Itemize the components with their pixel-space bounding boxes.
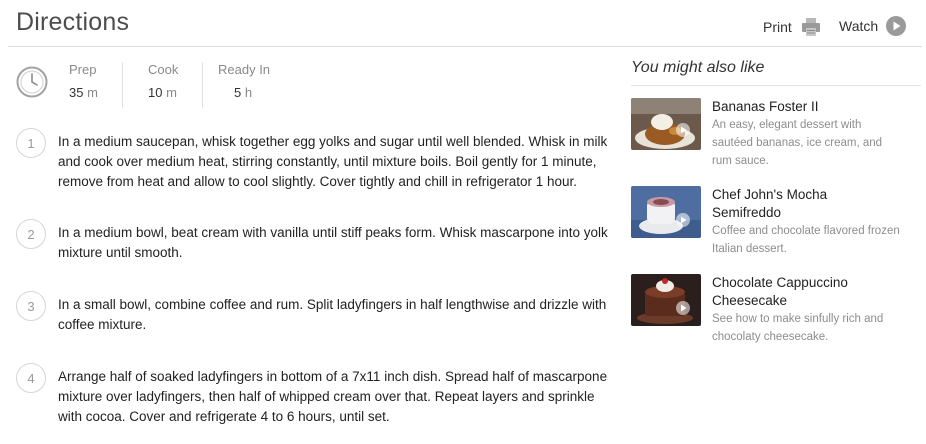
related-card-title[interactable]: Chocolate Cappuccino Cheesecake — [712, 274, 892, 310]
related-card[interactable]: Chef John's Mocha Semifreddo Coffee and … — [631, 186, 921, 262]
cook-unit: m — [166, 85, 177, 100]
step-number: 4 — [16, 363, 46, 393]
prep-number: 35 — [69, 85, 84, 100]
page-title: Directions — [16, 8, 130, 36]
related-title: You might also like — [631, 59, 765, 76]
ready-number: 5 — [234, 85, 242, 100]
print-icon — [800, 16, 822, 38]
cook-time: Cook 10 m — [148, 62, 198, 108]
step-text: In a medium bowl, beat cream with vanill… — [58, 225, 608, 260]
time-divider — [202, 62, 203, 108]
directions-header: Directions Print Watch — [0, 0, 926, 48]
ready-value: 5 h — [218, 85, 288, 100]
play-icon — [886, 16, 907, 36]
related-card[interactable]: Bananas Foster II An easy, elegant desse… — [631, 98, 921, 172]
time-divider — [122, 62, 123, 108]
related-card-title[interactable]: Bananas Foster II — [712, 98, 892, 116]
step-number: 2 — [16, 219, 46, 249]
clock-icon — [16, 66, 48, 98]
prep-time: Prep 35 m — [69, 62, 119, 108]
step-text: In a small bowl, combine coffee and rum.… — [58, 297, 607, 332]
recipe-thumbnail[interactable] — [631, 98, 701, 150]
step-number: 1 — [16, 128, 46, 158]
related-card-title[interactable]: Chef John's Mocha Semifreddo — [712, 186, 892, 222]
print-label: Print — [763, 19, 792, 35]
cook-label: Cook — [148, 62, 179, 77]
step-text: In a medium saucepan, whisk together egg… — [58, 134, 608, 189]
related-card[interactable]: Chocolate Cappuccino Cheesecake See how … — [631, 274, 921, 350]
header-divider — [8, 46, 922, 47]
related-card-desc: Coffee and chocolate flavored frozen Ita… — [712, 225, 900, 255]
prep-label: Prep — [69, 62, 97, 77]
related-divider — [631, 85, 921, 86]
cook-number: 10 — [148, 85, 163, 100]
watch-button[interactable]: Watch — [839, 16, 907, 36]
related-card-desc: An easy, elegant dessert with sautéed ba… — [712, 119, 883, 167]
step-text: Arrange half of soaked ladyfingers in bo… — [58, 369, 608, 424]
recipe-times: Prep 35 m Cook 10 m Ready In 5 h — [16, 62, 316, 108]
watch-label: Watch — [839, 18, 879, 34]
ready-label: Ready In — [218, 62, 271, 77]
print-button[interactable]: Print — [763, 16, 822, 38]
related-card-desc: See how to make sinfully rich and chocol… — [712, 313, 884, 343]
ready-time: Ready In 5 h — [218, 62, 288, 108]
recipe-thumbnail[interactable] — [631, 186, 701, 238]
ready-unit: h — [244, 85, 253, 100]
related-recipes: You might also like Bananas Foster II An… — [631, 56, 921, 343]
cook-value: 10 m — [148, 85, 198, 100]
prep-unit: m — [87, 85, 98, 100]
step-number: 3 — [16, 291, 46, 321]
prep-value: 35 m — [69, 85, 119, 100]
recipe-thumbnail[interactable] — [631, 274, 701, 326]
